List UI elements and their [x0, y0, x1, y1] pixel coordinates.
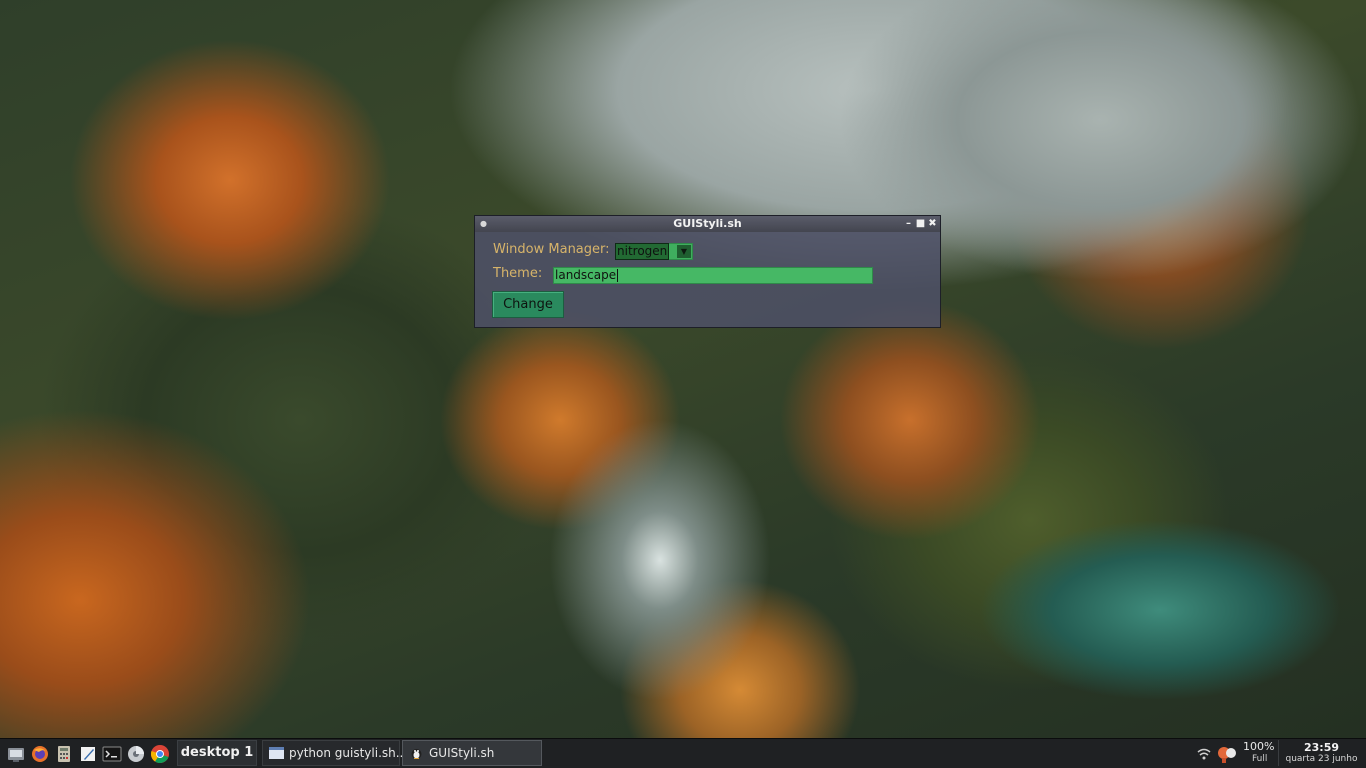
theme-input[interactable]: landscape — [553, 267, 873, 284]
desktop-switcher[interactable]: desktop 1 — [177, 740, 257, 766]
window-icon — [269, 747, 284, 759]
theme-input-value: landscape — [555, 268, 617, 282]
wifi-icon[interactable] — [1197, 747, 1211, 761]
tux-icon — [411, 749, 422, 759]
window-titlebar[interactable]: ● GUIStyli.sh – ■ ✖ — [475, 216, 940, 232]
taskbar: desktop 1 python guistyli.sh... GUIStyli… — [0, 738, 1366, 768]
guistyli-window: ● GUIStyli.sh – ■ ✖ Window Manager: nitr… — [474, 215, 941, 328]
maximize-icon[interactable]: ■ — [915, 218, 926, 229]
desktop-wallpaper — [0, 0, 1366, 738]
window-title: GUIStyli.sh — [673, 217, 742, 230]
window-manager-label: Window Manager: — [493, 242, 610, 257]
change-button[interactable]: Change — [492, 291, 564, 318]
calculator-icon[interactable] — [54, 744, 74, 764]
disk-utility-icon[interactable] — [126, 744, 146, 764]
terminal-icon[interactable] — [102, 744, 122, 764]
task-label: GUIStyli.sh — [429, 746, 495, 760]
chevron-down-icon[interactable]: ▼ — [677, 245, 691, 258]
clock-time: 23:59 — [1303, 741, 1339, 754]
clock[interactable]: 23:59 quarta 23 junho — [1278, 740, 1364, 766]
text-cursor — [617, 269, 619, 282]
chrome-icon[interactable] — [150, 744, 170, 764]
text-editor-icon[interactable] — [78, 744, 98, 764]
close-icon[interactable]: ✖ — [927, 218, 938, 229]
battery-icon[interactable] — [1216, 744, 1238, 764]
minimize-icon[interactable]: – — [903, 218, 914, 229]
window-manager-select[interactable]: nitrogen ▼ — [614, 243, 693, 260]
battery-state: Full — [1252, 754, 1268, 764]
taskbar-task-python[interactable]: python guistyli.sh... — [262, 740, 407, 766]
clock-date: quarta 23 junho — [1285, 754, 1358, 764]
theme-label: Theme: — [493, 266, 543, 281]
window-manager-value: nitrogen — [614, 243, 670, 260]
battery-percent: 100% — [1243, 740, 1275, 753]
firefox-icon[interactable] — [30, 744, 50, 764]
file-manager-icon[interactable] — [6, 744, 26, 764]
task-label: python guistyli.sh... — [289, 746, 408, 760]
taskbar-task-guistyli[interactable]: GUIStyli.sh — [402, 740, 542, 766]
